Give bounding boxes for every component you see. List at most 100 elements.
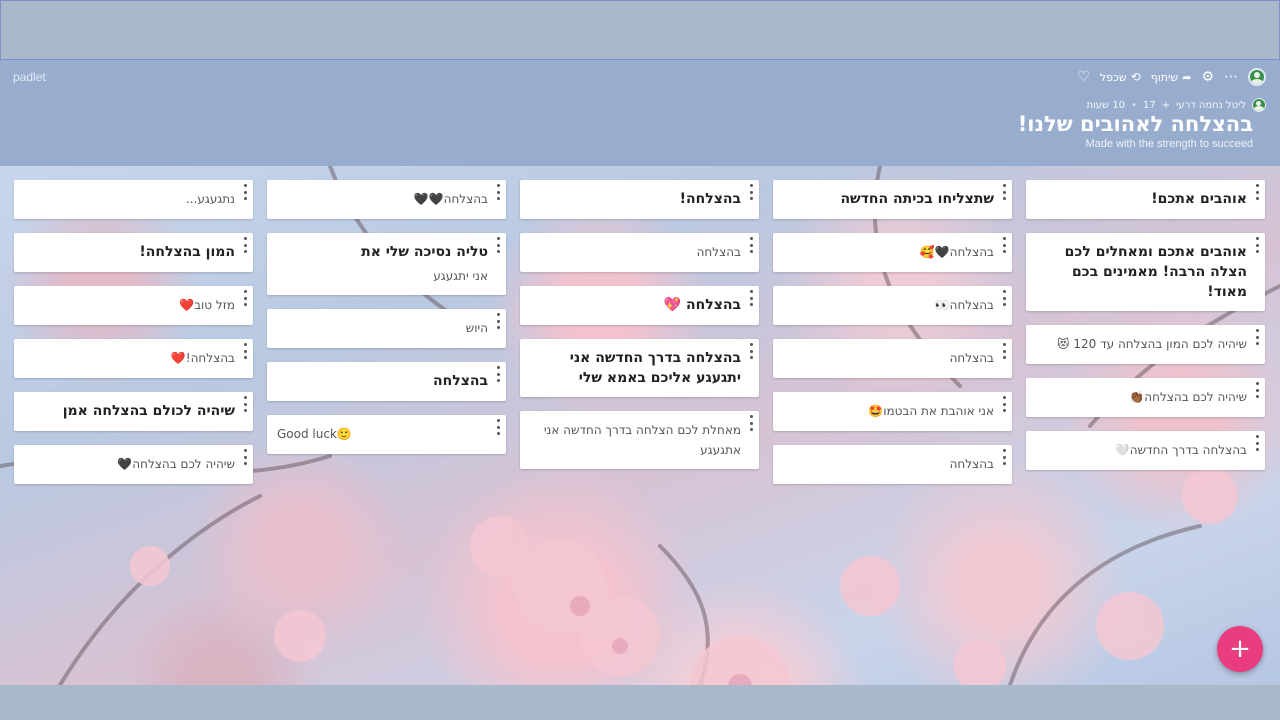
kebab-menu-icon[interactable] [242, 396, 248, 412]
post-card[interactable]: בהצלחה 💖 [520, 286, 759, 325]
post-body: שיהיה לכם בהצלחה👏🏾 [1129, 390, 1247, 404]
post-card[interactable]: המון בהצלחה! [14, 233, 253, 272]
time-ago: 10 שעות [1086, 99, 1126, 111]
post-body: בהצלחה🖤🥰 [919, 245, 994, 259]
post-body: מאחלת לכם הצלחה בדרך החדשה אני אתגעגע [543, 423, 741, 457]
share-button[interactable]: שיתוף ➦ [1151, 71, 1192, 84]
bottom-band [0, 685, 1280, 720]
kebab-menu-icon[interactable] [748, 184, 754, 200]
remake-button[interactable]: שכפל ⟲ [1100, 71, 1141, 84]
post-body: בהצלחה [696, 245, 741, 259]
post-card[interactable]: בהצלחה בדרך החדשה🤍 [1026, 431, 1265, 470]
board-subtitle: Made with the strength to succeed [1085, 138, 1253, 150]
post-card[interactable]: אני אוהבת את הבטמו🤩 [773, 392, 1012, 431]
post-title: בהצלחה [432, 373, 488, 389]
post-title: אוהבים אתכם ומאחלים לכם הצלה הרבה! מאמינ… [1064, 244, 1247, 300]
kebab-menu-icon[interactable] [1001, 184, 1007, 200]
post-title: בהצלחה 💖 [663, 297, 741, 313]
kebab-menu-icon[interactable] [495, 313, 501, 329]
kebab-menu-icon[interactable] [1254, 435, 1260, 451]
post-card[interactable]: Good luck🙂 [267, 415, 506, 454]
post-card[interactable]: היוש [267, 309, 506, 348]
post-title: טליה נסיכה שלי את [361, 244, 488, 260]
kebab-menu-icon[interactable] [495, 366, 501, 382]
dot-separator-icon: • [1131, 99, 1137, 111]
column-2: שתצליחו בכיתה החדשה בהצלחה🖤🥰 בהצלחה👀 בהצ… [773, 180, 1012, 484]
toolbar: ⋯ ⚙ שיתוף ➦ שכפל ⟲ ♡ [1077, 68, 1266, 86]
post-title: שיהיה לכולם בהצלחה אמן [62, 403, 235, 419]
likes-count: 17 [1142, 99, 1156, 111]
post-card[interactable]: בהצלחה [267, 362, 506, 401]
kebab-menu-icon[interactable] [495, 419, 501, 435]
post-body: בהצלחה בדרך החדשה🤍 [1114, 443, 1247, 457]
kebab-menu-icon[interactable] [1254, 237, 1260, 253]
kebab-menu-icon[interactable] [748, 415, 754, 431]
kebab-menu-icon[interactable] [242, 343, 248, 359]
kebab-menu-icon[interactable] [1001, 396, 1007, 412]
kebab-menu-icon[interactable] [1254, 329, 1260, 345]
kebab-menu-icon[interactable] [748, 343, 754, 359]
post-card[interactable]: נתגעגע... [14, 180, 253, 219]
kebab-menu-icon[interactable] [495, 184, 501, 200]
kebab-menu-icon[interactable] [242, 290, 248, 306]
more-icon[interactable]: ⋯ [1224, 70, 1238, 84]
board-title: בהצלחה לאהובים שלנו! [1017, 112, 1253, 136]
post-body: אני אוהבת את הבטמו🤩 [868, 404, 994, 418]
heart-icon[interactable]: ♡ [1077, 70, 1090, 84]
kebab-menu-icon[interactable] [748, 237, 754, 253]
kebab-menu-icon[interactable] [1001, 449, 1007, 465]
kebab-menu-icon[interactable] [1254, 184, 1260, 200]
remake-icon: ⟲ [1130, 70, 1141, 84]
post-card[interactable]: בהצלחה!❤️ [14, 339, 253, 378]
post-body: בהצלחה👀 [934, 298, 994, 312]
post-body: מזל טוב❤️ [179, 298, 235, 312]
top-band [0, 0, 1280, 60]
post-body: שיהיה לכם המון בהצלחה עד 120 😻 [1057, 337, 1247, 351]
board-meta: ליטל נחמה דרעי + 17 • 10 שעות [1086, 98, 1266, 112]
user-avatar[interactable] [1248, 68, 1266, 86]
kebab-menu-icon[interactable] [748, 290, 754, 306]
post-card[interactable]: אוהבים אתכם! [1026, 180, 1265, 219]
post-card[interactable]: בהצלחה [773, 339, 1012, 378]
post-card[interactable]: בהצלחה🖤🖤 [267, 180, 506, 219]
post-card[interactable]: מאחלת לכם הצלחה בדרך החדשה אני אתגעגע [520, 411, 759, 469]
column-5: נתגעגע... המון בהצלחה! מזל טוב❤️ בהצלחה!… [14, 180, 253, 484]
author-name[interactable]: ליטל נחמה דרעי [1176, 100, 1246, 111]
post-body: אני יתגעגע [433, 269, 488, 283]
gear-icon[interactable]: ⚙ [1201, 70, 1214, 84]
post-card[interactable]: שיהיה לכם בהצלחה🖤 [14, 445, 253, 484]
post-body: נתגעגע... [185, 192, 235, 206]
post-card[interactable]: בהצלחה בדרך החדשה אני יתגעגע אליכם באמא … [520, 339, 759, 397]
post-card[interactable]: בהצלחה🖤🥰 [773, 233, 1012, 272]
share-arrow-icon: ➦ [1182, 70, 1192, 84]
padlet-logo[interactable]: padlet [13, 70, 46, 84]
add-post-button[interactable]: + [1217, 626, 1263, 672]
post-card[interactable]: שיהיה לכם המון בהצלחה עד 120 😻 [1026, 325, 1265, 364]
post-card[interactable]: טליה נסיכה שלי את אני יתגעגע [267, 233, 506, 295]
post-card[interactable]: בהצלחה! [520, 180, 759, 219]
author-avatar [1252, 98, 1266, 112]
post-card[interactable]: בהצלחה👀 [773, 286, 1012, 325]
kebab-menu-icon[interactable] [242, 237, 248, 253]
post-card[interactable]: מזל טוב❤️ [14, 286, 253, 325]
kebab-menu-icon[interactable] [1001, 343, 1007, 359]
post-card[interactable]: שתצליחו בכיתה החדשה [773, 180, 1012, 219]
post-card[interactable]: בהצלחה [520, 233, 759, 272]
share-label: שיתוף [1150, 70, 1179, 84]
kebab-menu-icon[interactable] [242, 449, 248, 465]
kebab-menu-icon[interactable] [1254, 382, 1260, 398]
kebab-menu-icon[interactable] [495, 237, 501, 253]
post-body: בהצלחה [949, 351, 994, 365]
column-3: בהצלחה! בהצלחה בהצלחה 💖 בהצלחה בדרך החדש… [520, 180, 759, 469]
kebab-menu-icon[interactable] [1001, 290, 1007, 306]
column-4: בהצלחה🖤🖤 טליה נסיכה שלי את אני יתגעגע הי… [267, 180, 506, 454]
kebab-menu-icon[interactable] [1001, 237, 1007, 253]
post-card[interactable]: אוהבים אתכם ומאחלים לכם הצלה הרבה! מאמינ… [1026, 233, 1265, 311]
kebab-menu-icon[interactable] [242, 184, 248, 200]
post-title: שתצליחו בכיתה החדשה [840, 191, 994, 207]
post-card[interactable]: שיהיה לכם בהצלחה👏🏾 [1026, 378, 1265, 417]
post-card[interactable]: שיהיה לכולם בהצלחה אמן [14, 392, 253, 431]
post-title: בהצלחה! [679, 191, 741, 207]
remake-label: שכפל [1099, 70, 1127, 84]
post-card[interactable]: בהצלחה [773, 445, 1012, 484]
